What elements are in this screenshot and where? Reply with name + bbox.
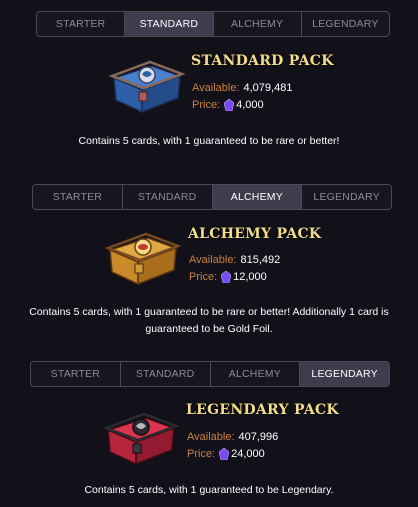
treasure-chest-icon <box>108 60 186 114</box>
pack-tabs: STARTER STANDARD ALCHEMY LEGENDARY <box>36 11 390 37</box>
tab-standard[interactable]: STANDARD <box>121 362 211 386</box>
price-label: Price: <box>192 99 221 111</box>
purple-gem-icon <box>224 99 235 111</box>
tab-alchemy[interactable]: ALCHEMY <box>212 185 303 209</box>
price-label: Price: <box>187 448 216 460</box>
tab-standard[interactable]: STANDARD <box>123 185 213 209</box>
treasure-chest-icon <box>102 412 180 466</box>
tab-legendary[interactable]: LEGENDARY <box>302 12 389 36</box>
pack-tabs: STARTER STANDARD ALCHEMY LEGENDARY <box>30 361 390 387</box>
pack-title: ALCHEMY PACK <box>188 226 322 242</box>
available-stat: Available: 4,079,481 <box>192 82 292 94</box>
available-value: 815,492 <box>240 254 281 266</box>
available-label: Available: <box>192 82 240 94</box>
pack-description: Contains 5 cards, with 1 guaranteed to b… <box>29 306 389 335</box>
pack-title: LEGENDARY PACK <box>186 402 339 418</box>
pack-description: Contains 5 cards, with 1 guaranteed to b… <box>78 135 340 147</box>
price-stat: Price: 24,000 <box>187 448 265 460</box>
pack-description: Contains 5 cards, with 1 guaranteed to b… <box>84 484 334 496</box>
tab-standard[interactable]: STANDARD <box>125 12 214 36</box>
legendary-pack-section: STARTER STANDARD ALCHEMY LEGENDARY LEGEN… <box>0 360 418 507</box>
available-value: 4,079,481 <box>243 82 293 94</box>
price-stat: Price: 4,000 <box>192 99 264 111</box>
tab-legendary[interactable]: LEGENDARY <box>302 185 391 209</box>
price-label: Price: <box>189 271 218 283</box>
treasure-chest-icon <box>104 232 182 286</box>
standard-pack-section: STARTER STANDARD ALCHEMY LEGENDARY STAND… <box>0 0 418 170</box>
available-value: 407,996 <box>238 431 279 443</box>
tab-alchemy[interactable]: ALCHEMY <box>211 362 301 386</box>
tab-starter[interactable]: STARTER <box>31 362 121 386</box>
pack-tabs: STARTER STANDARD ALCHEMY LEGENDARY <box>32 184 392 210</box>
pack-title: STANDARD PACK <box>191 53 334 69</box>
purple-gem-icon <box>221 271 232 283</box>
price-value: 24,000 <box>231 448 265 460</box>
available-label: Available: <box>189 254 237 266</box>
tab-alchemy[interactable]: ALCHEMY <box>214 12 302 36</box>
purple-gem-icon <box>219 448 230 460</box>
available-stat: Available: 815,492 <box>189 254 280 266</box>
price-value: 4,000 <box>236 99 264 111</box>
available-stat: Available: 407,996 <box>187 431 278 443</box>
tab-starter[interactable]: STARTER <box>33 185 123 209</box>
price-value: 12,000 <box>233 271 267 283</box>
tab-legendary[interactable]: LEGENDARY <box>300 362 389 386</box>
alchemy-pack-section: STARTER STANDARD ALCHEMY LEGENDARY ALCHE… <box>0 170 418 360</box>
tab-starter[interactable]: STARTER <box>37 12 126 36</box>
price-stat: Price: 12,000 <box>189 271 267 283</box>
available-label: Available: <box>187 431 235 443</box>
